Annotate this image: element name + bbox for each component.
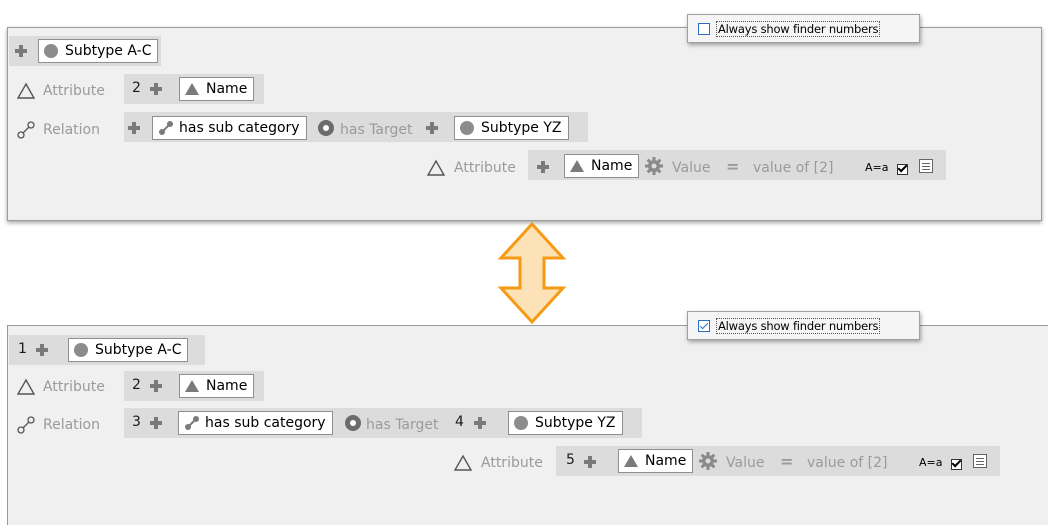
plus-icon[interactable] [36,344,48,356]
root-node-box[interactable]: Subtype A-C [68,338,189,362]
finder-number: 4 [455,414,464,430]
has-target-label: has Target [340,122,413,138]
list-icon[interactable] [973,454,987,468]
finder-number: 2 [132,80,141,96]
finder-number: 5 [566,452,575,468]
sub-attribute-name-label: Name [591,158,633,174]
finder-numbers-checkbox[interactable] [698,320,710,332]
root-node-box[interactable]: Subtype A-C [38,39,159,63]
finder-numbers-popup: Always show finder numbers [687,311,920,340]
attribute-triangle-icon [185,83,199,95]
plus-icon[interactable] [537,161,549,173]
target-node-label: Subtype YZ [535,415,616,431]
root-node-label: Subtype A-C [95,342,182,358]
plus-icon[interactable] [128,122,140,134]
entity-icon [514,416,528,430]
sub-attribute-name-label: Name [645,453,687,469]
sub-attribute-label: Attribute [454,160,516,176]
relation-label: Relation [43,122,100,138]
double-arrow-icon [497,222,567,324]
target-node-box[interactable]: Subtype YZ [454,116,569,140]
relation-type-icon [185,416,199,430]
root-node-label: Subtype A-C [65,43,152,59]
relation-box[interactable]: has sub category [178,411,333,435]
plus-icon[interactable] [150,380,162,392]
gear-icon[interactable] [698,451,718,471]
attribute-triangle-icon [624,455,638,467]
gear-icon[interactable] [644,156,664,176]
entity-icon [460,121,474,135]
attribute-icon [427,159,445,176]
target-node-box[interactable]: Subtype YZ [508,411,623,435]
plus-icon[interactable] [474,417,486,429]
value-expression[interactable]: value of [2] [807,455,887,471]
case-sensitivity-checkbox[interactable] [897,164,908,175]
finder-number: 2 [132,377,141,393]
attribute-icon [17,82,35,99]
has-target-label: has Target [366,417,439,433]
entity-icon [74,343,88,357]
relation-icon [17,416,35,434]
attribute-name-label: Name [206,378,248,394]
plus-icon[interactable] [150,83,162,95]
attribute-name-box[interactable]: Name [179,374,255,398]
relation-name-label: has sub category [205,415,326,431]
plus-icon[interactable] [15,45,27,57]
plus-icon[interactable] [584,456,596,468]
query-panel-top: Subtype A-C Attribute 2 Name Relation ha… [7,27,1042,221]
entity-icon [44,44,58,58]
finder-number: 3 [132,414,141,430]
attribute-name-label: Name [206,81,248,97]
attribute-name-box[interactable]: Name [179,77,255,101]
case-sensitivity-label: A=a [865,161,889,174]
relation-box[interactable]: has sub category [152,116,307,140]
relation-label: Relation [43,417,100,433]
target-icon [345,415,361,431]
equals-operator[interactable]: = [780,452,793,471]
relation-icon [17,121,35,139]
sub-attribute-label: Attribute [481,455,543,471]
equals-operator[interactable]: = [726,157,739,176]
case-sensitivity-checkbox[interactable] [951,459,962,470]
attribute-triangle-icon [185,380,199,392]
list-icon[interactable] [919,159,933,173]
value-label: Value [726,455,765,471]
finder-numbers-label[interactable]: Always show finder numbers [716,318,881,334]
attribute-label: Attribute [43,83,105,99]
finder-number: 1 [18,341,27,357]
sub-attribute-name-box[interactable]: Name [564,154,640,178]
finder-numbers-popup: Always show finder numbers [687,14,920,43]
relation-name-label: has sub category [179,120,300,136]
value-label: Value [672,160,711,176]
attribute-icon [454,454,472,471]
plus-icon[interactable] [150,417,162,429]
finder-numbers-checkbox[interactable] [698,23,710,35]
target-node-label: Subtype YZ [481,120,562,136]
attribute-triangle-icon [570,160,584,172]
sub-attribute-name-box[interactable]: Name [618,449,694,473]
attribute-label: Attribute [43,379,105,395]
case-sensitivity-label: A=a [919,456,943,469]
query-panel-bottom: 1 Subtype A-C Attribute 2 Name Relation … [7,325,1048,525]
value-expression[interactable]: value of [2] [753,160,833,176]
relation-type-icon [159,121,173,135]
finder-numbers-label[interactable]: Always show finder numbers [716,21,881,37]
attribute-icon [17,378,35,395]
plus-icon[interactable] [426,122,438,134]
target-icon [318,120,334,136]
